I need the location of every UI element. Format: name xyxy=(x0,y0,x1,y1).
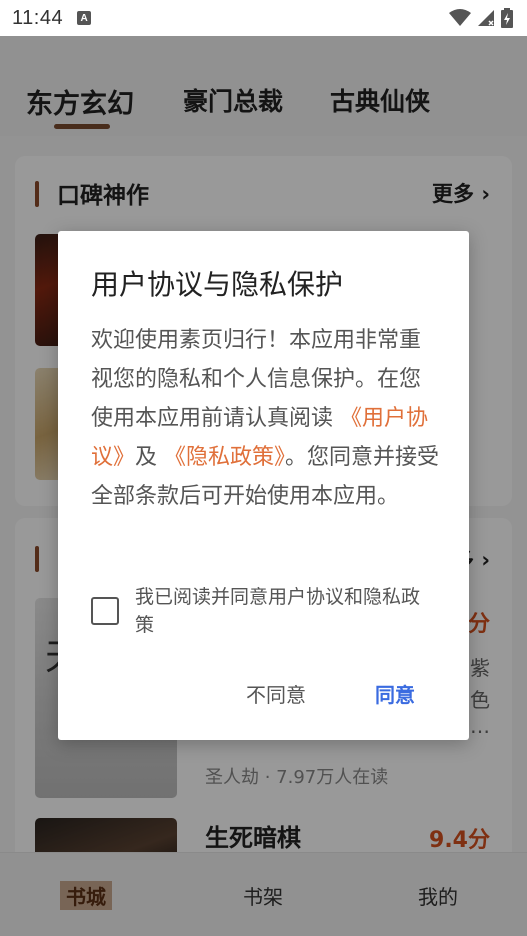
battery-icon xyxy=(501,8,513,28)
privacy-policy-link[interactable]: 《隐私政策》 xyxy=(164,445,285,470)
wifi-icon xyxy=(449,9,471,26)
conjunction-text: 及 xyxy=(135,445,158,470)
checkbox-label[interactable]: 我已阅读并同意用户协议和隐私政策 xyxy=(135,583,435,639)
dialog-body: 欢迎使用素页归行！本应用非常重视您的隐私和个人信息保护。在您使用本应用前请认真阅… xyxy=(91,321,441,516)
status-icons xyxy=(449,8,513,28)
status-bar: 11:44 A xyxy=(0,0,527,36)
agree-checkbox[interactable] xyxy=(91,597,119,625)
privacy-dialog: 用户协议与隐私保护 欢迎使用素页归行！本应用非常重视您的隐私和个人信息保护。在您… xyxy=(58,231,469,740)
cellular-signal-icon xyxy=(478,10,494,26)
disagree-button[interactable]: 不同意 xyxy=(246,679,306,708)
notification-icon: A xyxy=(77,11,92,25)
status-time: 11:44 xyxy=(12,6,64,29)
agree-button[interactable]: 同意 xyxy=(375,679,415,708)
dialog-title: 用户协议与隐私保护 xyxy=(91,268,344,301)
